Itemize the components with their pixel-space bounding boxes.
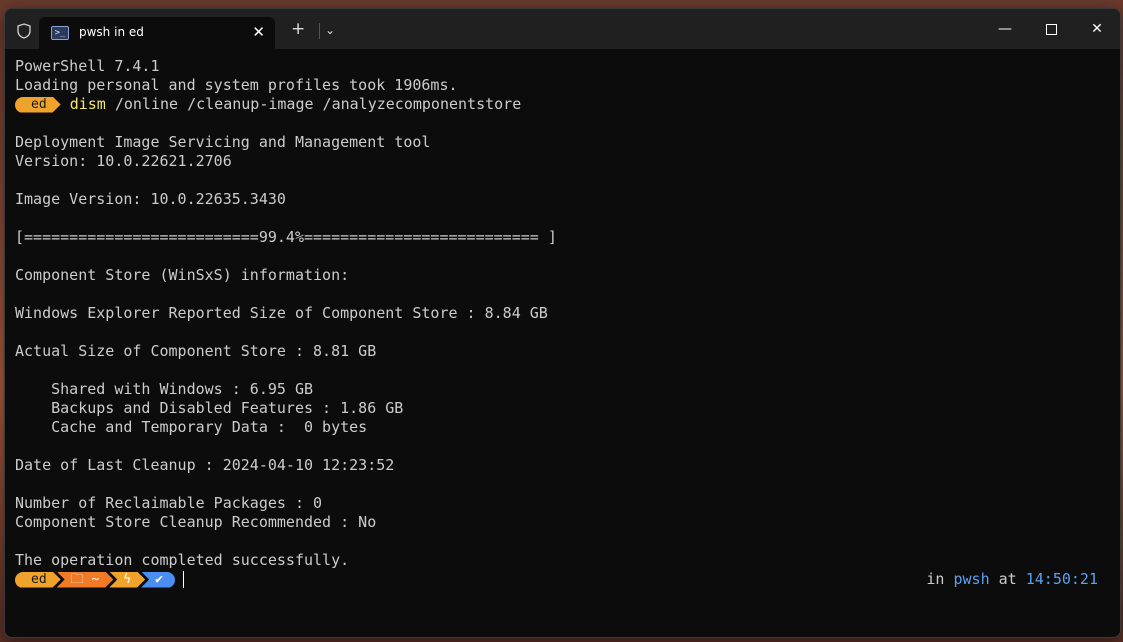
title-bar: >_ pwsh in ed ✕ + ⌄ — ✕ bbox=[5, 9, 1120, 49]
output-line: Shared with Windows : 6.95 GB bbox=[15, 380, 314, 398]
output-line: PowerShell 7.4.1 bbox=[15, 57, 160, 75]
folder-icon: 🗀 ~ bbox=[70, 571, 100, 587]
output-line: Actual Size of Component Store : 8.81 GB bbox=[15, 342, 377, 360]
output-line: The operation completed successfully. bbox=[15, 551, 350, 569]
maximize-icon bbox=[1045, 23, 1057, 35]
prompt-status-segment: ✔ bbox=[141, 571, 175, 588]
output-line: Cache and Temporary Data : 0 bytes bbox=[15, 418, 368, 436]
output-line: Date of Last Cleanup : 2024-04-10 12:23:… bbox=[15, 456, 395, 474]
command-output: Deployment Image Servicing and Managemen… bbox=[15, 114, 1110, 570]
output-line: Number of Reclaimable Packages : 0 bbox=[15, 494, 323, 512]
output-line: Loading personal and system profiles too… bbox=[15, 76, 458, 94]
right-prompt-at: at bbox=[989, 570, 1026, 588]
right-prompt-in: in bbox=[926, 570, 954, 588]
text-cursor[interactable] bbox=[182, 571, 184, 588]
checkmark-icon: ✔ bbox=[155, 571, 163, 587]
terminal-window: >_ pwsh in ed ✕ + ⌄ — ✕ PowerShell 7.4.1… bbox=[4, 8, 1121, 638]
right-prompt-shell: pwsh bbox=[953, 570, 990, 588]
command-name: dism bbox=[69, 95, 106, 113]
terminal-buffer[interactable]: PowerShell 7.4.1 Loading personal and sy… bbox=[15, 57, 1110, 627]
output-line: Component Store Cleanup Recommended : No bbox=[15, 513, 377, 531]
output-line: Windows Explorer Reported Size of Compon… bbox=[15, 304, 548, 322]
tab-title: pwsh in ed bbox=[79, 25, 144, 39]
powershell-icon: >_ bbox=[51, 26, 69, 40]
prompt-user-segment: ed bbox=[15, 97, 61, 113]
output-line: Component Store (WinSxS) information: bbox=[15, 266, 350, 284]
chevron-down-icon[interactable]: ⌄ bbox=[325, 23, 335, 37]
output-line: Backups and Disabled Features : 1.86 GB bbox=[15, 399, 404, 417]
close-window-button[interactable]: ✕ bbox=[1074, 9, 1120, 49]
output-line: Image Version: 10.0.22635.3430 bbox=[15, 190, 286, 208]
new-tab-button[interactable]: + bbox=[291, 21, 305, 38]
minimize-icon: — bbox=[998, 21, 1012, 37]
shield-icon bbox=[17, 23, 31, 39]
lightning-icon: ϟ bbox=[123, 571, 132, 587]
minimize-button[interactable]: — bbox=[982, 9, 1028, 49]
prompt-path-segment: 🗀 ~ bbox=[57, 572, 114, 588]
command-args: /online /cleanup-image /analyzecomponent… bbox=[105, 95, 522, 113]
output-line: [==========================99.4%========… bbox=[15, 228, 557, 246]
right-prompt: in pwsh at 14:50:21 bbox=[926, 570, 1098, 589]
tab-pwsh[interactable]: >_ pwsh in ed ✕ bbox=[39, 17, 275, 49]
prompt-power-segment: ϟ bbox=[109, 572, 145, 588]
close-tab-icon[interactable]: ✕ bbox=[252, 23, 265, 41]
right-prompt-time: 14:50:21 bbox=[1025, 570, 1098, 588]
prompt-user-segment: ed bbox=[15, 572, 61, 588]
tab-separator bbox=[319, 23, 320, 39]
maximize-button[interactable] bbox=[1028, 9, 1074, 49]
close-icon: ✕ bbox=[1091, 21, 1103, 37]
prompt-line: ed dism /online /cleanup-image /analyzec… bbox=[15, 95, 1110, 114]
output-line: Version: 10.0.22621.2706 bbox=[15, 152, 232, 170]
prompt-line: ed 🗀 ~ ϟ ✔ in pwsh at 14:50:21 bbox=[15, 570, 1110, 589]
output-line: Deployment Image Servicing and Managemen… bbox=[15, 133, 431, 151]
